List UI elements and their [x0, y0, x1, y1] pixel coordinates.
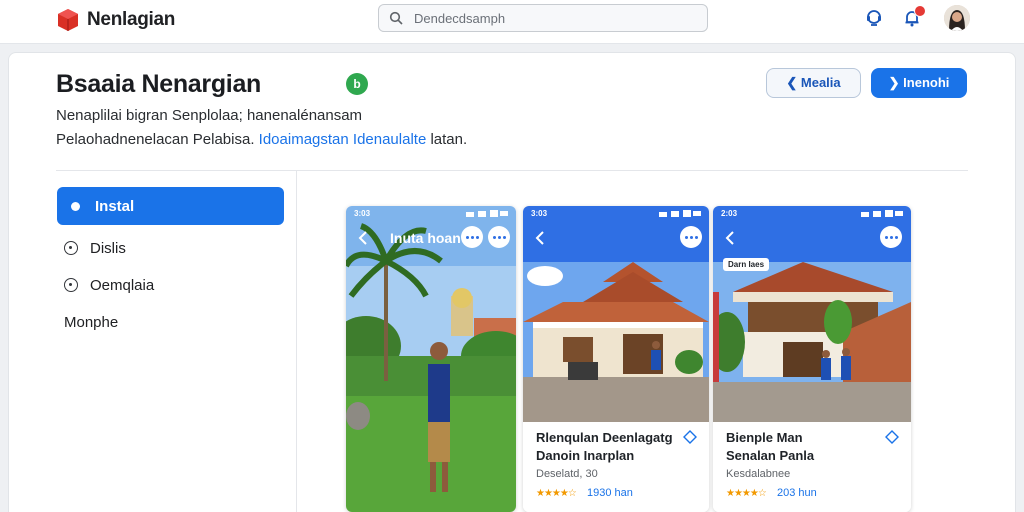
sidebar-item-label: Instal	[95, 198, 135, 215]
arrow-right-icon: ❯	[888, 75, 900, 90]
description-link[interactable]: Idoaimagstan Idenaulalte	[259, 131, 427, 148]
back-button[interactable]: ❮ Mealia	[766, 68, 861, 98]
description-text: Pelaohadnenelacan Pelabisa.	[56, 131, 255, 148]
radio-icon	[64, 278, 78, 292]
radio-icon	[64, 241, 78, 255]
bookmark-icon[interactable]	[683, 430, 697, 444]
phone-preview-2[interactable]: 3:03 Rlenqulan Deenlagatg Danoin Inarpla…	[523, 206, 709, 512]
status-bar: 3:03	[523, 206, 709, 222]
sidebar-item-monphe[interactable]: Monphe	[64, 314, 118, 331]
menu-button[interactable]	[880, 226, 902, 248]
back-button-label: Mealia	[800, 75, 841, 90]
garden-photo	[346, 206, 516, 512]
brand-name[interactable]: Nenlagian	[87, 9, 175, 31]
sidebar-item-dislis[interactable]: Dislis	[64, 240, 126, 257]
logo-icon[interactable]	[56, 8, 80, 32]
search-icon	[389, 11, 403, 25]
active-dot-icon	[71, 202, 80, 211]
sidebar-item-label: Dislis	[90, 240, 126, 257]
more-icon	[493, 236, 496, 239]
bookmark-icon[interactable]	[885, 430, 899, 444]
menu-button[interactable]	[488, 226, 510, 248]
support-icon[interactable]	[864, 8, 884, 28]
listing-subtitle: Deselatd, 30	[536, 468, 598, 480]
menu-button[interactable]	[680, 226, 702, 248]
primary-button[interactable]: ❯ Inenohi	[871, 68, 967, 98]
avatar[interactable]	[944, 5, 970, 31]
arrow-left-icon: ❮	[786, 75, 798, 90]
status-bar: 2:03	[713, 206, 911, 222]
rating-stars: ★★★★☆	[536, 488, 577, 499]
status-time: 3:03	[531, 209, 548, 218]
listing-card[interactable]: Rlenqulan Deenlagatg Danoin Inarplan Des…	[523, 422, 709, 512]
phone-nav-title: Inuta hoan	[390, 230, 461, 246]
signal-battery-icon	[861, 210, 903, 217]
sidebar-divider	[296, 171, 297, 512]
listing-title-line-2: Danoin Inarplan	[536, 448, 635, 463]
primary-button-label: Inenohi	[903, 75, 950, 90]
more-icon	[885, 236, 888, 239]
review-count[interactable]: 203 hun	[777, 487, 817, 499]
more-icon	[685, 236, 688, 239]
sidebar-item-instal[interactable]: Instal	[57, 187, 284, 225]
more-icon	[466, 236, 469, 239]
signal-battery-icon	[466, 210, 508, 217]
top-bar: Nenlagian Dendecdsamph	[0, 0, 1024, 44]
review-count[interactable]: 1930 han	[587, 487, 633, 499]
divider	[56, 170, 968, 171]
listing-title-line-1: Bienple Man	[726, 430, 803, 445]
listing-title-line-2: Senalan Panla	[726, 448, 815, 463]
search-placeholder: Dendecdsamph	[414, 11, 506, 26]
listing-title-line-1: Rlenqulan Deenlagatg	[536, 430, 673, 445]
status-time: 2:03	[721, 209, 738, 218]
rating-stars: ★★★★☆	[726, 488, 767, 499]
page-title: Bsaaia Nenargian	[56, 70, 262, 98]
status-bar: 3:03	[346, 206, 516, 222]
phone-preview-1[interactable]: 3:03 Inuta hoan	[346, 206, 516, 512]
sidebar-item-oemqlaia[interactable]: Oemqlaia	[64, 277, 154, 294]
house-photo	[523, 262, 709, 422]
phone-preview-3[interactable]: 2:03 Darn Iaes Bienple Man Senalan Panla…	[713, 206, 911, 512]
notification-badge	[914, 5, 926, 17]
signal-battery-icon	[659, 210, 701, 217]
back-arrow-icon[interactable]	[356, 230, 372, 246]
description-suffix: latan.	[430, 131, 468, 148]
description-line-2: Pelaohadnenelacan Pelabisa. Idoaimagstan…	[56, 131, 467, 148]
villa-photo	[713, 262, 911, 422]
listing-card[interactable]: Bienple Man Senalan Panla Kesdalabnee ★★…	[713, 422, 911, 512]
share-button[interactable]	[461, 226, 483, 248]
back-arrow-icon[interactable]	[533, 230, 549, 246]
sidebar-item-label: Monphe	[64, 314, 119, 331]
listing-subtitle: Kesdalabnee	[726, 468, 791, 480]
photo-tag: Darn Iaes	[723, 258, 770, 271]
description-line-1: Nenaplilai bigran Senplolaa; hanenalénan…	[56, 107, 363, 124]
back-arrow-icon[interactable]	[723, 230, 739, 246]
search-input[interactable]: Dendecdsamph	[378, 4, 708, 32]
status-time: 3:03	[354, 209, 371, 218]
verified-badge-icon: b	[346, 73, 368, 95]
sidebar-item-label: Oemqlaia	[90, 277, 155, 294]
